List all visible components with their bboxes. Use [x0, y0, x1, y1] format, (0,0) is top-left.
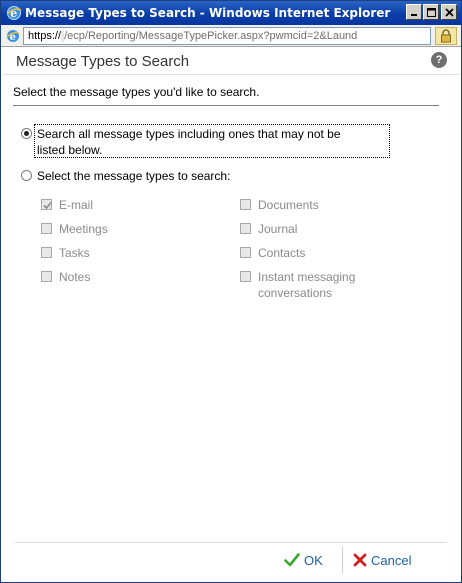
select-types-label[interactable]: Select the message types to search: [37, 168, 230, 184]
help-icon[interactable]: ? [431, 52, 447, 68]
documents-checkbox[interactable] [240, 199, 251, 210]
instruction-divider [13, 105, 439, 106]
ok-button[interactable]: OK [284, 550, 323, 570]
meetings-checkbox[interactable] [41, 223, 52, 234]
green-check-icon [284, 553, 300, 567]
notes-checkbox[interactable] [41, 271, 52, 282]
email-checkbox[interactable] [41, 199, 52, 210]
close-window-button[interactable] [441, 4, 457, 20]
journal-label: Journal [258, 222, 298, 236]
notes-label: Notes [59, 270, 91, 284]
footer-divider [15, 542, 447, 543]
minimize-icon [411, 14, 417, 16]
url-path: /ecp/Reporting/MessageTypePicker.aspx?pw… [64, 30, 358, 42]
search-all-label-line2[interactable]: listed below. [37, 142, 102, 158]
search-all-label-line1[interactable]: Search all message types including ones … [37, 126, 341, 142]
title-bar[interactable]: e Message Types to Search - Windows Inte… [1, 1, 461, 25]
address-bar: e https:// /ecp/Reporting/MessageTypePic… [1, 25, 461, 47]
url-scheme: https:// [28, 30, 62, 42]
button-separator [342, 546, 343, 574]
cancel-button[interactable]: Cancel [353, 550, 411, 570]
documents-label: Documents [258, 198, 319, 212]
search-all-radio[interactable] [21, 128, 32, 139]
meetings-label: Meetings [59, 222, 108, 236]
tasks-label: Tasks [59, 246, 90, 260]
email-label: E-mail [59, 198, 94, 212]
maximize-button[interactable] [423, 4, 439, 20]
contacts-label: Contacts [258, 246, 306, 260]
page-icon: e [5, 28, 21, 44]
maximize-icon [426, 7, 436, 17]
contacts-checkbox[interactable] [240, 247, 251, 258]
minimize-button[interactable] [406, 4, 422, 20]
tasks-checkbox[interactable] [41, 247, 52, 258]
close-icon [444, 7, 454, 17]
page-title: Message Types to Search [16, 53, 190, 70]
lock-icon [441, 29, 451, 43]
browser-window: e Message Types to Search - Windows Inte… [0, 0, 462, 583]
internet-explorer-icon: e [6, 5, 22, 21]
journal-checkbox[interactable] [240, 223, 251, 234]
instruction-text: Select the message types you'd like to s… [13, 85, 260, 99]
address-field[interactable]: https:// /ecp/Reporting/MessageTypePicke… [23, 27, 431, 45]
ok-label: OK [304, 552, 323, 568]
checkmark-icon [43, 201, 52, 210]
header-divider [3, 74, 459, 75]
window-title: Message Types to Search - Windows Intern… [25, 6, 391, 20]
instant-messaging-label-line1: Instant messaging [258, 270, 356, 284]
security-lock-button[interactable] [435, 27, 457, 45]
instant-messaging-label-line2: conversations [258, 286, 333, 300]
red-x-icon [353, 553, 367, 567]
cancel-label: Cancel [371, 552, 412, 568]
instant-messaging-checkbox[interactable] [240, 271, 251, 282]
select-types-radio[interactable] [21, 170, 32, 181]
